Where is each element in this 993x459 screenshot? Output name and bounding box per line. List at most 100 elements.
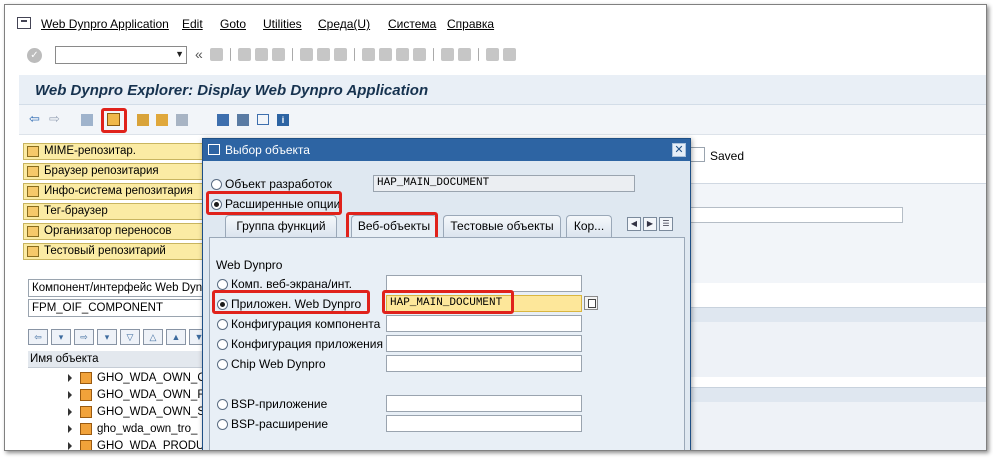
tab-test-objects[interactable]: Тестовые объекты xyxy=(443,215,561,237)
application-configuration-input[interactable] xyxy=(386,335,582,352)
object-type-select[interactable]: Компонент/интерфейс Web Dynpro xyxy=(28,279,203,297)
description-field[interactable] xyxy=(690,207,903,223)
expand-triangle-icon[interactable] xyxy=(68,425,72,433)
enter-icon[interactable]: ✓ xyxy=(27,48,42,63)
expand-triangle-icon[interactable] xyxy=(68,374,72,382)
help-icon[interactable] xyxy=(486,48,499,61)
menu-edit[interactable]: Edit xyxy=(182,17,203,31)
hierarchy-icon[interactable] xyxy=(137,114,149,126)
info-icon[interactable]: i xyxy=(277,114,289,126)
expand-triangle-icon[interactable] xyxy=(68,442,72,450)
sort-icon[interactable] xyxy=(217,114,229,126)
menu-goto[interactable]: Goto xyxy=(220,17,246,31)
component-configuration-input[interactable] xyxy=(386,315,582,332)
expand-triangle-icon[interactable] xyxy=(68,391,72,399)
shortcut-icon[interactable] xyxy=(458,48,471,61)
arrow-right-icon[interactable]: ⇨ xyxy=(74,329,94,345)
separator xyxy=(230,48,231,61)
object-list-icon[interactable] xyxy=(176,114,188,126)
tab-more[interactable]: Кор... xyxy=(566,215,612,237)
print-icon[interactable] xyxy=(300,48,313,61)
toolbar-icons xyxy=(210,48,516,62)
saved-checkbox[interactable] xyxy=(690,147,705,162)
expand-icon[interactable]: △ xyxy=(143,329,163,345)
tree-row[interactable]: GHO_WDA_OWN_O xyxy=(68,370,206,386)
cancel-icon[interactable] xyxy=(272,48,285,61)
properties-panel xyxy=(690,307,986,377)
title-bar: Web Dynpro Explorer: Display Web Dynpro … xyxy=(19,75,986,105)
expand-triangle-icon[interactable] xyxy=(68,408,72,416)
radio-webdynpro-component[interactable] xyxy=(217,279,228,290)
tree-row[interactable]: GHO_WDA_OWN_SI xyxy=(68,404,208,420)
nav-test-repository[interactable]: Тестовый репозитарий xyxy=(23,243,203,260)
back-chevrons-icon[interactable]: « xyxy=(195,46,203,62)
nav-transport-organizer[interactable]: Организатор переносов xyxy=(23,223,203,240)
bsp-application-input[interactable] xyxy=(386,395,582,412)
command-field[interactable]: ▼ xyxy=(55,46,187,64)
tree-row[interactable]: GHO_WDA_PRODUC xyxy=(68,438,213,450)
menu-web-dynpro-application[interactable]: Web Dynpro Application xyxy=(41,17,169,31)
collapse-icon[interactable]: ▽ xyxy=(120,329,140,345)
tab-list-icon[interactable]: ☰ xyxy=(659,217,673,231)
tab-panel-web-objects: Web Dynpro Комп. веб-экрана/инт. Приложе… xyxy=(209,237,685,450)
browser-icon xyxy=(27,166,39,177)
prev-page-icon[interactable] xyxy=(379,48,392,61)
menu-bar: Web Dynpro Application Edit Goto Utiliti… xyxy=(5,5,986,41)
radio-dev-object[interactable] xyxy=(211,179,222,190)
tab-scroll-right-icon[interactable]: ▶ xyxy=(643,217,657,231)
menu-system[interactable]: Система xyxy=(388,17,436,31)
panel-header xyxy=(690,308,986,322)
layout-icon[interactable] xyxy=(503,48,516,61)
hierarchy-up-icon[interactable]: ▲ xyxy=(166,329,186,345)
value-help-icon[interactable] xyxy=(584,296,598,310)
window-icon[interactable] xyxy=(257,114,269,125)
section-title: Web Dynpro xyxy=(216,258,283,272)
tree-row[interactable]: GHO_WDA_OWN_R xyxy=(68,387,206,403)
save-icon[interactable] xyxy=(210,48,223,61)
menu-help[interactable]: Справка xyxy=(447,17,494,31)
nav-mime-repository[interactable]: MIME-репозитар. xyxy=(23,143,203,160)
radio-bsp-extension[interactable] xyxy=(217,419,228,430)
arrow-right-icon[interactable]: ⇨ xyxy=(49,111,62,126)
parameters-panel xyxy=(690,387,986,450)
last-page-icon[interactable] xyxy=(413,48,426,61)
bsp-extension-input[interactable] xyxy=(386,415,582,432)
first-page-icon[interactable] xyxy=(362,48,375,61)
nav-repository-info-system[interactable]: Инфо-система репозитария xyxy=(23,183,203,200)
system-menu-icon[interactable] xyxy=(17,17,31,29)
object-name-input[interactable]: FPM_OIF_COMPONENT xyxy=(28,299,203,317)
info-system-icon xyxy=(27,186,39,197)
component-icon xyxy=(80,423,92,435)
radio-bsp-application[interactable] xyxy=(217,399,228,410)
chevron-down-icon[interactable]: ▼ xyxy=(175,49,184,59)
radio-component-configuration[interactable] xyxy=(217,319,228,330)
next-page-icon[interactable] xyxy=(396,48,409,61)
tree-header: Имя объекта xyxy=(28,351,206,368)
new-session-icon[interactable] xyxy=(441,48,454,61)
detail-panel xyxy=(690,183,986,283)
find-icon[interactable] xyxy=(317,48,330,61)
chip-webdynpro-input[interactable] xyxy=(386,355,582,372)
nav-tag-browser[interactable]: Тег-браузер xyxy=(23,203,203,220)
menu-utilities[interactable]: Utilities xyxy=(263,17,302,31)
nav-repository-browser[interactable]: Браузер репозитария xyxy=(23,163,203,180)
where-used-icon[interactable] xyxy=(156,114,168,126)
exit-icon[interactable] xyxy=(255,48,268,61)
find-next-icon[interactable] xyxy=(334,48,347,61)
nav-label: MIME-репозитар. xyxy=(44,145,136,157)
radio-chip-webdynpro[interactable] xyxy=(217,359,228,370)
arrow-left-icon[interactable]: ⇦ xyxy=(28,329,48,345)
arrow-left-icon[interactable]: ⇦ xyxy=(29,111,42,126)
radio-application-configuration[interactable] xyxy=(217,339,228,350)
menu-environment[interactable]: Среда(U) xyxy=(318,17,370,31)
display-change-icon[interactable] xyxy=(81,114,93,126)
close-icon[interactable]: ✕ xyxy=(672,143,686,157)
back-icon[interactable] xyxy=(238,48,251,61)
tab-scroll-left-icon[interactable]: ◀ xyxy=(627,217,641,231)
dropdown-icon[interactable]: ▾ xyxy=(51,329,71,345)
dropdown-icon[interactable]: ▾ xyxy=(97,329,117,345)
separator xyxy=(433,48,434,61)
tab-function-group[interactable]: Группа функций xyxy=(225,215,337,237)
align-icon[interactable] xyxy=(237,114,249,126)
tree-row[interactable]: gho_wda_own_tro_ xyxy=(68,421,197,437)
